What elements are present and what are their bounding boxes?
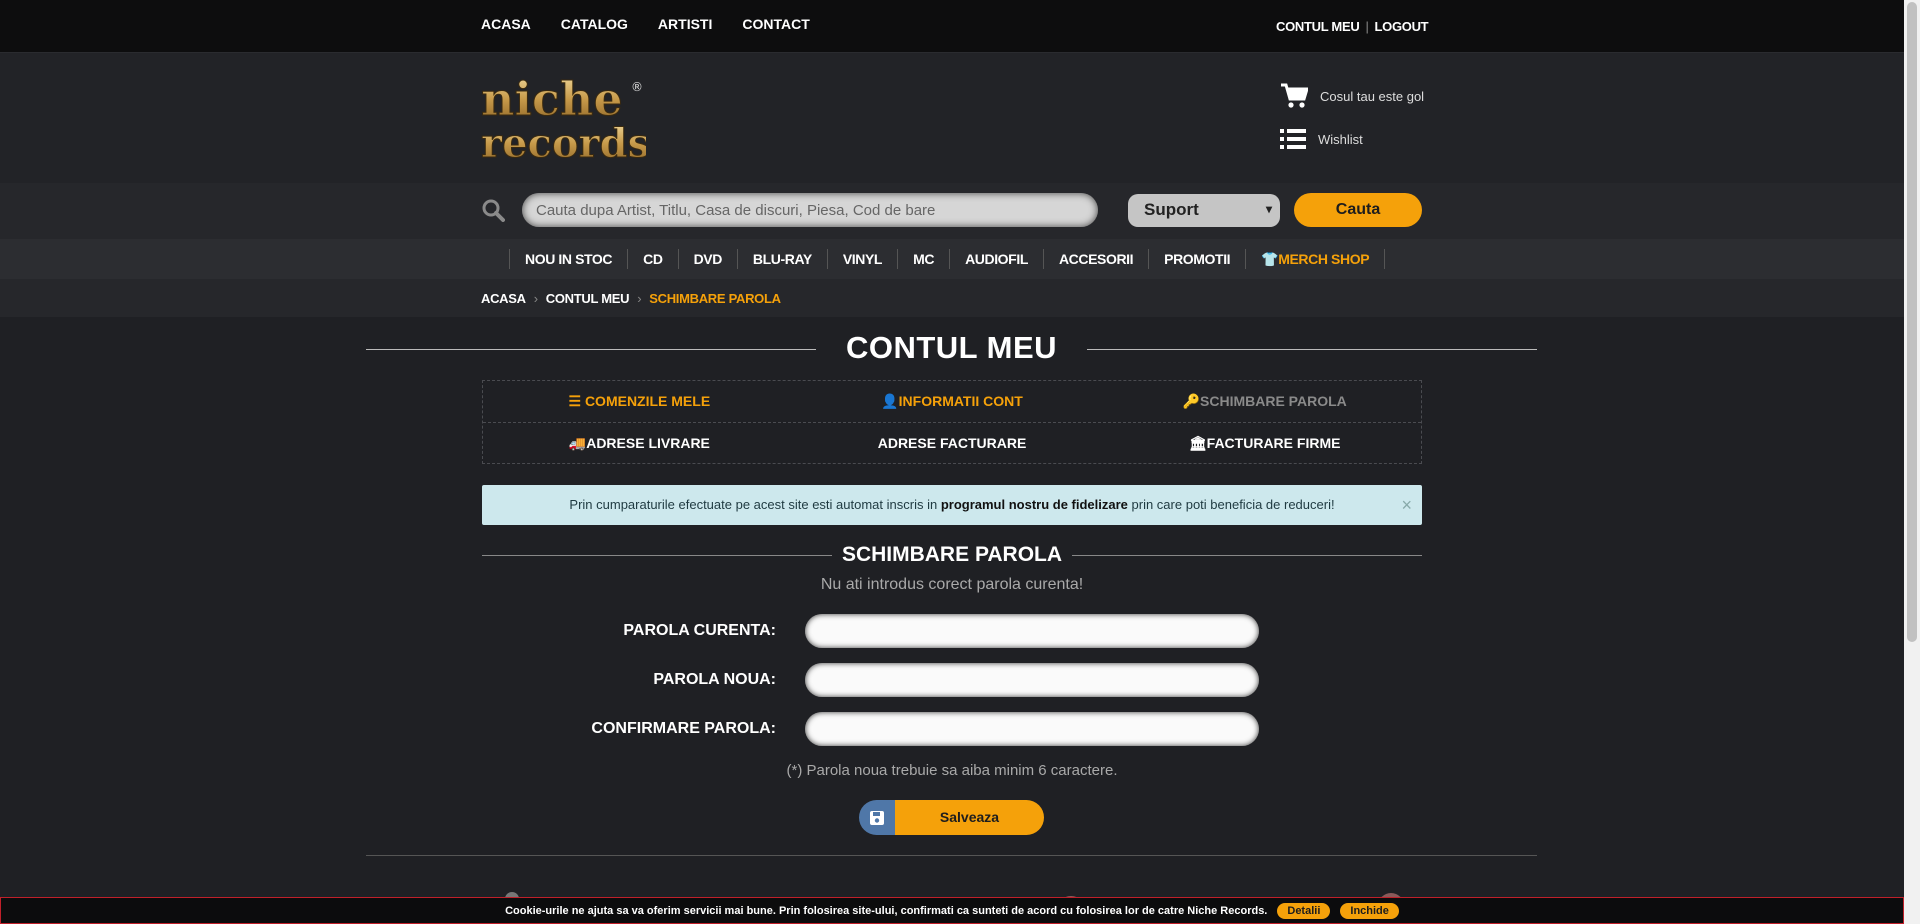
current-password-label: PAROLA CURENTA:	[623, 622, 776, 639]
top-nav: ACASA CATALOG ARTISTI CONTACT	[481, 16, 810, 32]
section-title: SCHIMBARE PAROLA	[841, 543, 1063, 566]
confirm-password-label: CONFIRMARE PAROLA:	[591, 720, 776, 737]
new-password-input[interactable]	[805, 663, 1259, 697]
search-bar: Suport ▾ Cauta	[0, 183, 1920, 239]
menu-comenzile-mele[interactable]: ☰ COMENZILE MELE	[483, 381, 796, 422]
account-links: CONTUL MEU | LOGOUT	[1276, 19, 1429, 34]
menu-schimbare-parola-label: SCHIMBARE PAROLA	[1200, 393, 1347, 409]
scrollbar-thumb[interactable]	[1907, 2, 1917, 642]
category-promotii[interactable]: PROMOTII	[1148, 249, 1245, 269]
account-menu: ☰ COMENZILE MELE 👤INFORMATII CONT 🔑SCHIM…	[482, 380, 1422, 464]
alert-text-after: prin care poti beneficia de reduceri!	[1127, 497, 1335, 512]
divider	[366, 855, 1537, 856]
cookie-bar: Cookie-urile ne ajuta sa va oferim servi…	[0, 897, 1904, 924]
current-password-input[interactable]	[805, 614, 1259, 648]
list-icon	[1280, 129, 1306, 149]
key-icon: 🔑	[1182, 393, 1201, 409]
current-password-row: PAROLA CURENTA:	[482, 614, 1422, 648]
chevron-right-icon: ›	[637, 291, 642, 306]
logo-registered: ®	[631, 80, 643, 94]
breadcrumb-current: SCHIMBARE PAROLA	[649, 291, 781, 306]
cart[interactable]: Cosul tau este gol	[1280, 83, 1424, 109]
nav-acasa[interactable]: ACASA	[481, 16, 531, 32]
search-icon[interactable]	[481, 198, 505, 222]
breadcrumb-acasa[interactable]: ACASA	[481, 291, 526, 306]
search-input[interactable]	[522, 193, 1098, 227]
error-message: Nu ati introdus corect parola curenta!	[820, 576, 1084, 593]
alert-loyalty-link[interactable]: programul nostru de fidelizare	[941, 497, 1128, 512]
wishlist-label: Wishlist	[1318, 131, 1363, 147]
suport-select[interactable]: Suport ▾	[1128, 194, 1280, 227]
new-password-label: PAROLA NOUA:	[653, 671, 776, 688]
cookie-text: Cookie-urile ne ajuta sa va oferim servi…	[505, 904, 1268, 917]
header: niche records ® Cosul tau este gol Wishl…	[0, 53, 1920, 183]
nav-artisti[interactable]: ARTISTI	[658, 16, 712, 32]
confirm-password-input[interactable]	[805, 712, 1259, 746]
niche-records-logo[interactable]: niche records ®	[481, 73, 646, 163]
category-merch-label: MERCH SHOP	[1278, 251, 1370, 267]
new-password-row: PAROLA NOUA:	[482, 663, 1422, 697]
chevron-right-icon: ›	[533, 291, 538, 306]
cart-label: Cosul tau este gol	[1320, 88, 1425, 104]
nav-catalog[interactable]: CATALOG	[561, 16, 628, 32]
password-hint: (*) Parola noua trebuie sa aiba minim 6 …	[786, 762, 1118, 779]
logout-link[interactable]: LOGOUT	[1375, 19, 1429, 34]
alert-text-before: Prin cumparaturile efectuate pe acest si…	[569, 497, 941, 512]
cookie-details-button[interactable]: Detalii	[1277, 902, 1331, 919]
wishlist[interactable]: Wishlist	[1280, 128, 1363, 150]
user-icon: 👤	[881, 393, 899, 409]
category-merch-shop[interactable]: 👕MERCH SHOP	[1245, 249, 1386, 269]
bank-icon: 🏛	[1188, 435, 1207, 451]
category-audiofil[interactable]: AUDIOFIL	[949, 249, 1043, 269]
page-title-row: CONTUL MEU	[366, 325, 1537, 373]
floppy-icon	[859, 800, 895, 835]
category-nav: NOU IN STOC CD DVD BLU-RAY VINYL MC AUDI…	[0, 239, 1920, 279]
category-mc[interactable]: MC	[897, 249, 949, 269]
menu-facturare-firme-label: FACTURARE FIRME	[1206, 435, 1341, 451]
menu-informatii-cont-label: INFORMATII CONT	[898, 393, 1023, 409]
logo-line2: records	[481, 120, 646, 163]
page-title: CONTUL MEU	[845, 330, 1058, 365]
top-bar: ACASA CATALOG ARTISTI CONTACT CONTUL MEU…	[0, 0, 1920, 53]
cart-icon	[1281, 83, 1308, 108]
cookie-close-button[interactable]: Inchide	[1340, 902, 1399, 919]
close-icon[interactable]: ×	[1401, 485, 1412, 525]
list-icon: ☰	[568, 393, 585, 409]
category-blu-ray[interactable]: BLU-RAY	[736, 249, 827, 269]
menu-adrese-livrare-label: ADRESE LIVRARE	[586, 435, 710, 451]
save-button-label: Salveaza	[895, 800, 1044, 835]
separator: |	[1365, 19, 1369, 34]
save-button[interactable]: Salveaza	[859, 800, 1044, 835]
chevron-down-icon: ▾	[1265, 202, 1272, 216]
category-accesorii[interactable]: ACCESORII	[1042, 249, 1148, 269]
menu-informatii-cont[interactable]: 👤INFORMATII CONT	[796, 381, 1109, 422]
menu-adrese-livrare[interactable]: 🚚ADRESE LIVRARE	[483, 423, 796, 465]
menu-facturare-firme[interactable]: 🏛FACTURARE FIRME	[1108, 423, 1421, 465]
menu-adrese-facturare[interactable]: ADRESE FACTURARE	[796, 423, 1109, 465]
menu-adrese-facturare-label: ADRESE FACTURARE	[877, 435, 1027, 451]
loyalty-alert: Prin cumparaturile efectuate pe acest si…	[482, 485, 1422, 525]
tshirt-icon: 👕	[1261, 251, 1279, 267]
menu-schimbare-parola[interactable]: 🔑SCHIMBARE PAROLA	[1108, 381, 1421, 422]
my-account-link[interactable]: CONTUL MEU	[1276, 19, 1360, 34]
section-title-row: SCHIMBARE PAROLA	[482, 541, 1422, 571]
confirm-password-row: CONFIRMARE PAROLA:	[482, 712, 1422, 746]
breadcrumb: ACASA › CONTUL MEU › SCHIMBARE PAROLA	[0, 279, 1920, 317]
category-cd[interactable]: CD	[627, 249, 677, 269]
category-nou-in-stoc[interactable]: NOU IN STOC	[509, 249, 627, 269]
nav-contact[interactable]: CONTACT	[742, 16, 809, 32]
search-button[interactable]: Cauta	[1294, 193, 1422, 227]
menu-comenzile-mele-label: COMENZILE MELE	[584, 393, 711, 409]
category-vinyl[interactable]: VINYL	[826, 249, 897, 269]
logo-line1: niche	[481, 73, 623, 126]
scrollbar[interactable]	[1904, 0, 1920, 924]
category-dvd[interactable]: DVD	[677, 249, 737, 269]
suport-select-value: Suport	[1144, 200, 1199, 219]
breadcrumb-contul-meu[interactable]: CONTUL MEU	[546, 291, 630, 306]
truck-icon: 🚚	[568, 435, 587, 451]
